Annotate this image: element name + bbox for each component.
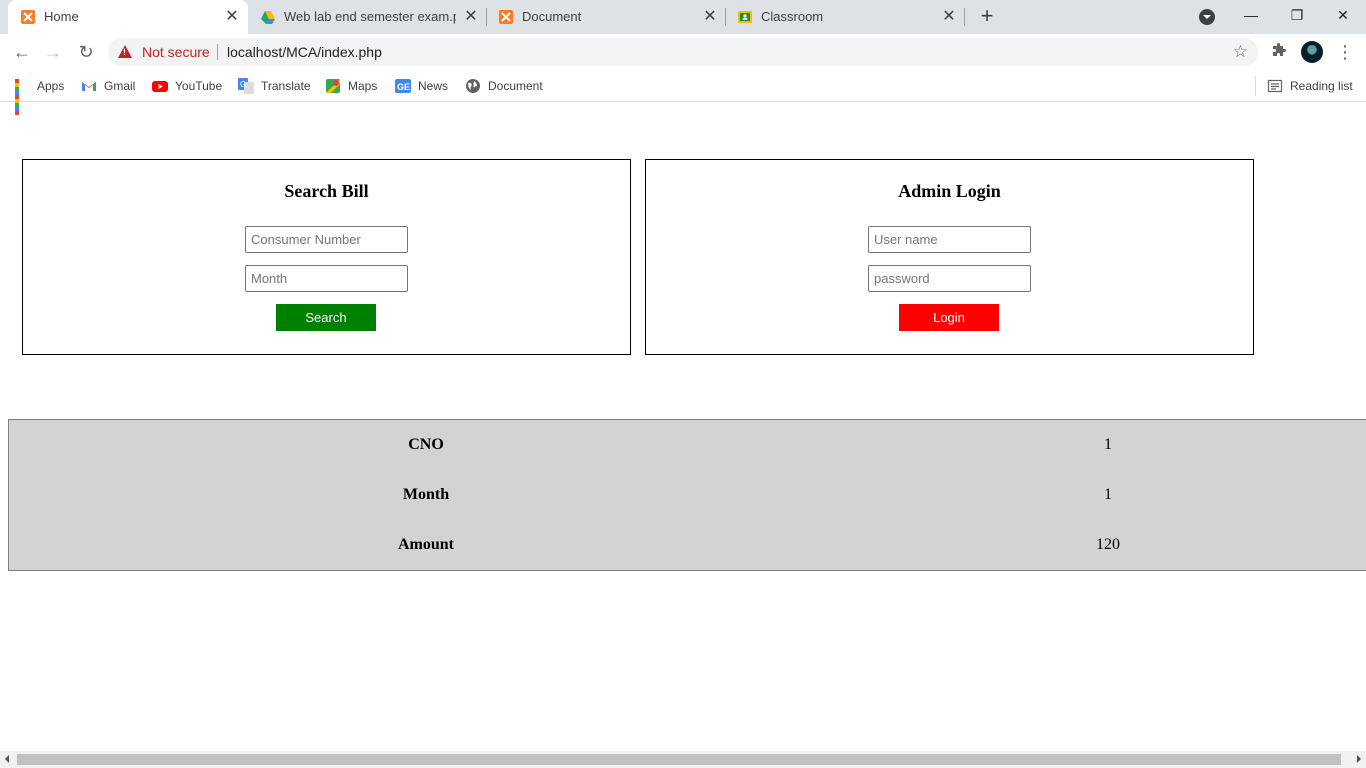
search-bill-heading: Search Bill bbox=[284, 181, 369, 201]
reading-list[interactable]: Reading list bbox=[1267, 76, 1353, 96]
reading-list-icon bbox=[1267, 79, 1283, 93]
table-row: Month 1 bbox=[9, 470, 1366, 520]
profile-avatar[interactable] bbox=[1301, 41, 1323, 63]
tab-separator bbox=[964, 8, 965, 26]
password-input[interactable] bbox=[868, 265, 1031, 292]
month-input[interactable] bbox=[245, 265, 408, 292]
admin-login-heading: Admin Login bbox=[898, 181, 1001, 201]
search-button[interactable]: Search bbox=[276, 304, 376, 331]
bookmark-label: Maps bbox=[348, 79, 378, 93]
row-value: 120 bbox=[1096, 536, 1120, 553]
globe-icon bbox=[466, 79, 480, 93]
row-label: Amount bbox=[397, 536, 454, 553]
apps-grid-icon bbox=[14, 78, 30, 115]
menu-dots-icon[interactable]: ⋮ bbox=[1336, 41, 1354, 63]
close-icon[interactable]: ✕ bbox=[224, 9, 240, 25]
tab-document[interactable]: Document ✕ bbox=[486, 0, 726, 34]
forward-button[interactable]: → bbox=[41, 40, 65, 64]
row-label: CNO bbox=[408, 436, 444, 453]
login-button[interactable]: Login bbox=[899, 304, 999, 331]
tab-title: Classroom bbox=[761, 9, 824, 24]
table-row: Amount 120 bbox=[9, 520, 1366, 570]
table-row: CNO 1 bbox=[9, 420, 1366, 470]
tab-classroom[interactable]: Classroom ✕ bbox=[725, 0, 965, 34]
new-tab-button[interactable]: + bbox=[976, 5, 998, 28]
scroll-right-arrow-icon[interactable] bbox=[1357, 755, 1361, 763]
tab-title: Home bbox=[44, 9, 79, 24]
minimize-button[interactable]: — bbox=[1228, 0, 1274, 32]
bookmark-gmail[interactable]: Gmail bbox=[81, 76, 135, 96]
browser-toolbar: ← → ↻ ! Not secure localhost/MCA/index.p… bbox=[0, 34, 1366, 70]
tab-title: Web lab end semester exam.pdf bbox=[284, 9, 456, 24]
bookmarks-bar: Apps Gmail YouTube G Translate Maps GE N… bbox=[0, 70, 1366, 115]
close-icon[interactable]: ✕ bbox=[463, 9, 479, 25]
bookmarks-separator bbox=[1255, 76, 1256, 96]
tab-search-icon[interactable] bbox=[1199, 9, 1215, 25]
bookmark-star-icon[interactable]: ☆ bbox=[1233, 42, 1248, 62]
scroll-left-arrow-icon[interactable] bbox=[5, 755, 9, 763]
admin-login-panel: Admin Login Login bbox=[645, 159, 1254, 355]
youtube-icon bbox=[152, 81, 168, 92]
bookmark-label: Translate bbox=[261, 79, 311, 93]
bookmark-label: Gmail bbox=[104, 79, 136, 93]
xampp-icon bbox=[499, 10, 513, 24]
bookmark-label: YouTube bbox=[175, 79, 223, 93]
restore-button[interactable]: ❐ bbox=[1274, 0, 1320, 32]
news-icon: GE bbox=[395, 79, 411, 93]
tab-home[interactable]: Home ✕ bbox=[8, 0, 248, 34]
extensions-puzzle-icon[interactable] bbox=[1270, 43, 1288, 61]
svg-text:GE: GE bbox=[397, 82, 410, 92]
omnibox-separator bbox=[217, 44, 218, 60]
svg-text:G: G bbox=[240, 80, 246, 89]
translate-icon: G bbox=[238, 78, 254, 94]
row-value: 1 bbox=[1104, 486, 1112, 503]
reading-list-label: Reading list bbox=[1290, 79, 1353, 93]
bookmark-label: Apps bbox=[37, 79, 65, 93]
consumer-number-input[interactable] bbox=[245, 226, 408, 253]
bookmark-label: News bbox=[418, 79, 449, 93]
scrollbar-thumb[interactable] bbox=[17, 754, 1341, 765]
row-label: Month bbox=[402, 486, 450, 503]
bookmark-document[interactable]: Document bbox=[465, 76, 543, 96]
maps-icon bbox=[326, 79, 340, 93]
google-classroom-icon bbox=[738, 11, 752, 23]
row-value: 1 bbox=[1104, 436, 1112, 453]
bookmark-apps[interactable]: Apps bbox=[14, 76, 65, 115]
close-icon[interactable]: ✕ bbox=[941, 9, 957, 25]
address-bar[interactable]: ! Not secure localhost/MCA/index.php ☆ bbox=[108, 38, 1258, 66]
bookmark-news[interactable]: GE News bbox=[395, 76, 448, 96]
gmail-icon bbox=[82, 82, 96, 91]
horizontal-scrollbar[interactable] bbox=[0, 751, 1366, 768]
warning-icon[interactable]: ! bbox=[118, 45, 132, 58]
reload-button[interactable]: ↻ bbox=[74, 40, 98, 64]
username-input[interactable] bbox=[868, 226, 1031, 253]
google-drive-icon bbox=[261, 11, 275, 24]
search-bill-panel: Search Bill Search bbox=[22, 159, 631, 355]
tab-pdf[interactable]: Web lab end semester exam.pdf ✕ bbox=[248, 0, 486, 34]
back-button[interactable]: ← bbox=[10, 40, 34, 64]
xampp-icon bbox=[21, 10, 35, 24]
bookmark-label: Document bbox=[488, 79, 543, 93]
tab-title: Document bbox=[522, 9, 582, 24]
close-icon[interactable]: ✕ bbox=[702, 9, 718, 25]
bookmark-translate[interactable]: G Translate bbox=[238, 76, 311, 96]
window-close-button[interactable]: ✕ bbox=[1320, 0, 1366, 32]
bookmark-youtube[interactable]: YouTube bbox=[152, 76, 222, 96]
tab-strip: Home ✕ Web lab end semester exam.pdf ✕ D… bbox=[0, 0, 1366, 34]
url-text[interactable]: localhost/MCA/index.php bbox=[227, 44, 382, 60]
bill-result-table: CNO 1 Month 1 Amount 120 bbox=[8, 419, 1366, 571]
security-label[interactable]: Not secure bbox=[142, 44, 210, 60]
bookmark-maps[interactable]: Maps bbox=[325, 76, 377, 96]
